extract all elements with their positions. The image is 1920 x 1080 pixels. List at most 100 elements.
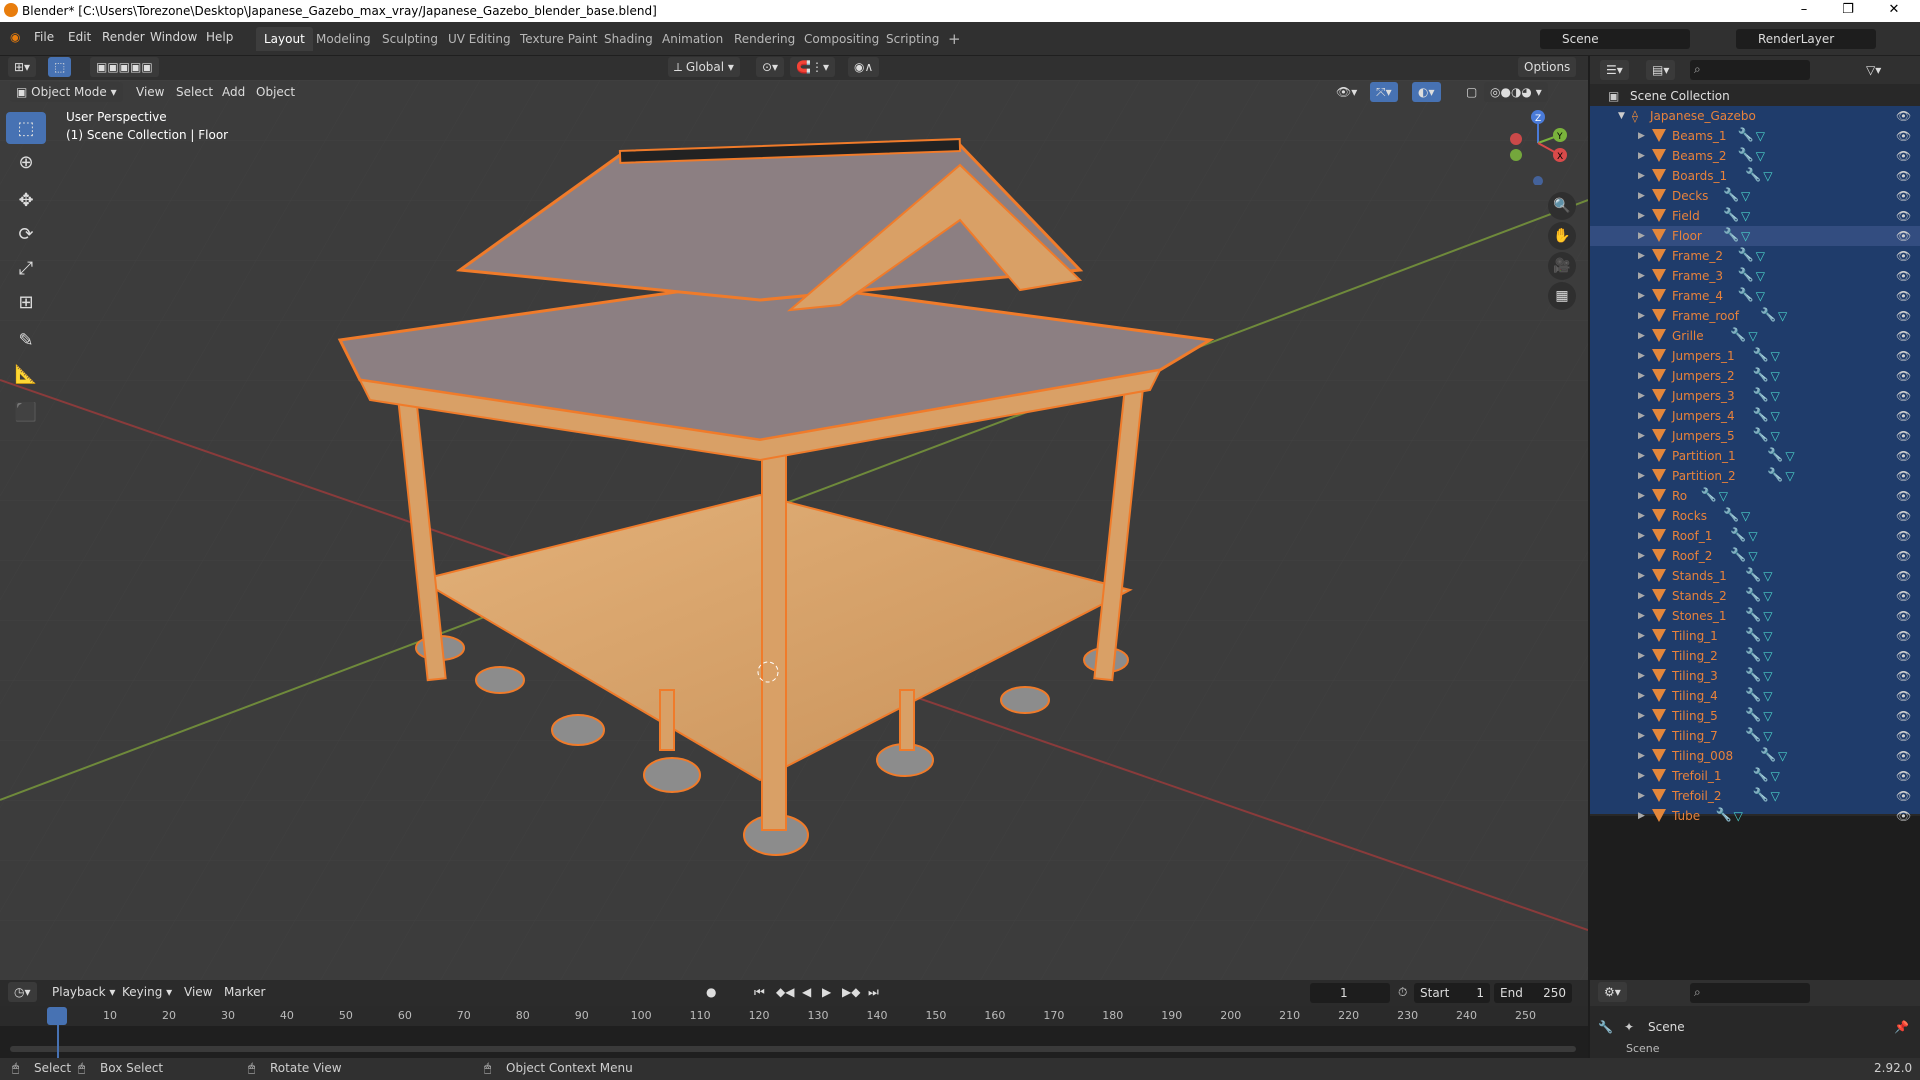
expand-arrow-icon[interactable]: ▶: [1638, 646, 1645, 666]
eye-icon[interactable]: 👁: [1896, 126, 1911, 146]
mesh-data-icon[interactable]: ▽: [1756, 246, 1765, 266]
outliner-item-floor[interactable]: ▶ Floor 🔧 ▽ 👁: [1590, 226, 1920, 246]
menu-window[interactable]: Window: [150, 30, 197, 44]
expand-arrow-icon[interactable]: ▶: [1638, 306, 1645, 326]
tab-texture-paint[interactable]: Texture Paint: [512, 27, 605, 51]
modifier-wrench-icon[interactable]: 🔧: [1745, 646, 1761, 666]
modifier-wrench-icon[interactable]: 🔧: [1738, 266, 1754, 286]
keying-menu[interactable]: Keying ▾: [116, 982, 178, 1002]
expand-arrow-icon[interactable]: ▶: [1638, 666, 1645, 686]
outliner-item-trefoil-1[interactable]: ▶ Trefoil_1 🔧 ▽ 👁: [1590, 766, 1920, 786]
outliner-root-row[interactable]: ▣ Scene Collection: [1590, 86, 1920, 106]
mesh-data-icon[interactable]: ▽: [1741, 186, 1750, 206]
eye-icon[interactable]: 👁: [1896, 286, 1911, 306]
outliner-item-jumpers-3[interactable]: ▶ Jumpers_3 🔧 ▽ 👁: [1590, 386, 1920, 406]
modifier-wrench-icon[interactable]: 🔧: [1745, 566, 1761, 586]
eye-icon[interactable]: 👁: [1896, 626, 1911, 646]
display-mode-icon[interactable]: ▤▾: [1646, 60, 1676, 80]
mesh-data-icon[interactable]: ▽: [1771, 366, 1780, 386]
outliner-item-stands-2[interactable]: ▶ Stands_2 🔧 ▽ 👁: [1590, 586, 1920, 606]
restore-button[interactable]: ❐: [1826, 0, 1870, 22]
outliner-item-jumpers-5[interactable]: ▶ Jumpers_5 🔧 ▽ 👁: [1590, 426, 1920, 446]
tool-properties-icon[interactable]: 🔧: [1598, 1020, 1613, 1034]
mesh-data-icon[interactable]: ▽: [1771, 426, 1780, 446]
mesh-data-icon[interactable]: ▽: [1763, 726, 1772, 746]
expand-arrow-icon[interactable]: ▶: [1638, 226, 1645, 246]
mesh-data-icon[interactable]: ▽: [1763, 606, 1772, 626]
eye-icon[interactable]: 👁: [1896, 786, 1911, 806]
tab-shading[interactable]: Shading: [596, 27, 661, 51]
eye-icon[interactable]: 👁: [1896, 386, 1911, 406]
outliner-item-stones-1[interactable]: ▶ Stones_1 🔧 ▽ 👁: [1590, 606, 1920, 626]
outliner-item-tiling-7[interactable]: ▶ Tiling_7 🔧 ▽ 👁: [1590, 726, 1920, 746]
expand-arrow-icon[interactable]: ▶: [1638, 346, 1645, 366]
modifier-wrench-icon[interactable]: 🔧: [1730, 526, 1746, 546]
eye-icon[interactable]: 👁: [1896, 726, 1911, 746]
outliner-item-frame-2[interactable]: ▶ Frame_2 🔧 ▽ 👁: [1590, 246, 1920, 266]
add-cube-tool-icon[interactable]: ⬛: [6, 396, 46, 428]
options-dropdown[interactable]: Options: [1518, 57, 1577, 77]
record-button[interactable]: ●: [700, 982, 722, 1002]
outliner-item-tiling-3[interactable]: ▶ Tiling_3 🔧 ▽ 👁: [1590, 666, 1920, 686]
expand-arrow-icon[interactable]: ▶: [1638, 126, 1645, 146]
eye-icon[interactable]: 👁: [1896, 506, 1911, 526]
mesh-data-icon[interactable]: ▽: [1763, 586, 1772, 606]
snap-icon[interactable]: 🧲⋮▾: [790, 57, 835, 77]
navigation-gizmo[interactable]: Z Y X: [1502, 105, 1574, 185]
modifier-wrench-icon[interactable]: 🔧: [1738, 286, 1754, 306]
renderlayer-selector[interactable]: RenderLayer: [1736, 29, 1876, 49]
eye-icon[interactable]: 👁: [1896, 226, 1911, 246]
tab-sculpting[interactable]: Sculpting: [374, 27, 446, 51]
add-workspace-icon[interactable]: +: [940, 27, 969, 51]
modifier-wrench-icon[interactable]: 🔧: [1723, 506, 1739, 526]
expand-arrow-icon[interactable]: ▶: [1638, 386, 1645, 406]
tab-modeling[interactable]: Modeling: [308, 27, 379, 51]
expand-arrow-icon[interactable]: ▶: [1638, 406, 1645, 426]
selection-mode-icons[interactable]: ▣▣▣▣▣: [90, 57, 159, 77]
outliner-item-trefoil-2[interactable]: ▶ Trefoil_2 🔧 ▽ 👁: [1590, 786, 1920, 806]
eye-icon[interactable]: 👁: [1896, 406, 1911, 426]
mesh-data-icon[interactable]: ▽: [1763, 626, 1772, 646]
modifier-wrench-icon[interactable]: 🔧: [1716, 806, 1732, 826]
modifier-wrench-icon[interactable]: 🔧: [1723, 226, 1739, 246]
expand-arrow-icon[interactable]: ▶: [1638, 166, 1645, 186]
menu-help[interactable]: Help: [206, 30, 233, 44]
outliner-item-decks[interactable]: ▶ Decks 🔧 ▽ 👁: [1590, 186, 1920, 206]
mesh-data-icon[interactable]: ▽: [1763, 666, 1772, 686]
modifier-wrench-icon[interactable]: 🔧: [1738, 126, 1754, 146]
outliner-item-jumpers-1[interactable]: ▶ Jumpers_1 🔧 ▽ 👁: [1590, 346, 1920, 366]
modifier-wrench-icon[interactable]: 🔧: [1753, 366, 1769, 386]
expand-arrow-icon[interactable]: ▶: [1638, 786, 1645, 806]
expand-arrow-icon[interactable]: ▶: [1638, 286, 1645, 306]
outliner-item-boards-1[interactable]: ▶ Boards_1 🔧 ▽ 👁: [1590, 166, 1920, 186]
playback-menu[interactable]: Playback ▾: [46, 982, 121, 1002]
modifier-wrench-icon[interactable]: 🔧: [1753, 406, 1769, 426]
outliner-item-stands-1[interactable]: ▶ Stands_1 🔧 ▽ 👁: [1590, 566, 1920, 586]
mesh-data-icon[interactable]: ▽: [1741, 226, 1750, 246]
mesh-data-icon[interactable]: ▽: [1763, 686, 1772, 706]
expand-arrow-icon[interactable]: ▶: [1638, 806, 1645, 826]
modifier-wrench-icon[interactable]: 🔧: [1753, 786, 1769, 806]
expand-arrow-icon[interactable]: ▶: [1638, 366, 1645, 386]
modifier-wrench-icon[interactable]: 🔧: [1745, 666, 1761, 686]
menu-file[interactable]: File: [34, 30, 54, 44]
expand-arrow-icon[interactable]: ▶: [1638, 566, 1645, 586]
outliner-item-field[interactable]: ▶ Field 🔧 ▽ 👁: [1590, 206, 1920, 226]
blender-menu-icon[interactable]: ◉: [10, 30, 20, 44]
tab-layout[interactable]: Layout: [256, 27, 313, 51]
zoom-icon[interactable]: 🔍: [1548, 192, 1576, 220]
outliner-editor-type-icon[interactable]: ☰▾: [1600, 60, 1629, 80]
outliner-item-tiling-2[interactable]: ▶ Tiling_2 🔧 ▽ 👁: [1590, 646, 1920, 666]
tab-animation[interactable]: Animation: [654, 27, 731, 51]
mesh-data-icon[interactable]: ▽: [1763, 646, 1772, 666]
expand-arrow-icon[interactable]: ▶: [1638, 626, 1645, 646]
eye-icon[interactable]: 👁: [1896, 686, 1911, 706]
eye-icon[interactable]: 👁: [1896, 666, 1911, 686]
expand-arrow-icon[interactable]: ▶: [1638, 446, 1645, 466]
expand-arrow-icon[interactable]: ▶: [1638, 526, 1645, 546]
expand-arrow-icon[interactable]: ▶: [1638, 486, 1645, 506]
pan-hand-icon[interactable]: ✋: [1548, 222, 1576, 250]
mesh-data-icon[interactable]: ▽: [1771, 386, 1780, 406]
outliner-item-beams-2[interactable]: ▶ Beams_2 🔧 ▽ 👁: [1590, 146, 1920, 166]
eye-icon[interactable]: 👁: [1896, 766, 1911, 786]
